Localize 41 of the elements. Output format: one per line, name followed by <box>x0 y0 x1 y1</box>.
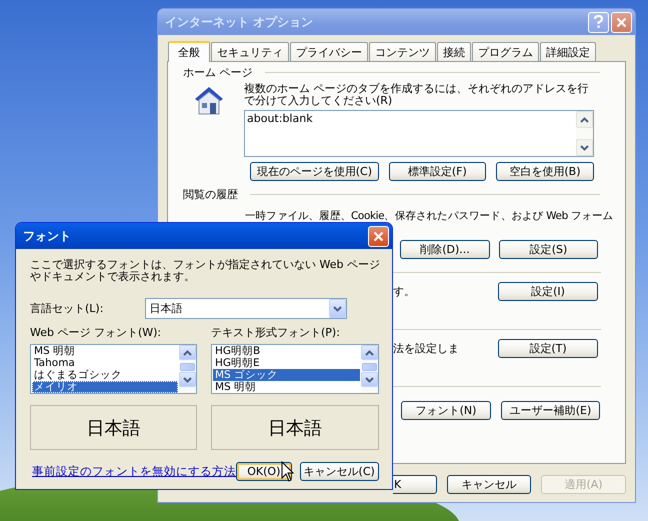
history-description: 一時ファイル、履歴、Cookie、保存されたパスワード、および Web フォーム <box>245 210 614 223</box>
mouse-cursor-icon <box>281 461 294 482</box>
scroll-up-icon <box>183 350 192 356</box>
close-button[interactable] <box>368 226 389 246</box>
font-list-item[interactable]: MS 明朝 <box>213 381 360 393</box>
close-icon <box>373 230 384 242</box>
section-text: 法を設定しま <box>393 341 459 356</box>
scroll-thumb[interactable] <box>180 363 195 371</box>
language-dropdown[interactable]: 日本語 <box>145 298 348 319</box>
scroll-down-icon <box>365 376 374 382</box>
font-preview: 日本語 <box>30 405 197 450</box>
button[interactable]: キャンセル(C) <box>300 462 379 480</box>
scroll-up-icon <box>580 116 589 122</box>
font-list[interactable]: MS 明朝 Tahoma はぐまるゴシック メイリオ <box>30 344 197 394</box>
font-list-item[interactable]: MS ゴシック <box>213 369 360 381</box>
font-list-item[interactable]: メイリオ <box>32 381 178 393</box>
scroll-down-icon <box>333 306 342 312</box>
font-list-item[interactable]: MS 明朝 <box>32 345 178 357</box>
field-label: テキスト形式フォント(P): <box>211 325 341 338</box>
group-heading: 閲覧の履歴 <box>183 186 238 202</box>
window-title: インターネット オプション <box>165 14 314 30</box>
field-label: Web ページ フォント(W): <box>30 325 162 338</box>
help-icon <box>593 15 604 29</box>
scroll-down-icon <box>183 376 192 382</box>
close-icon <box>616 16 627 28</box>
font-list-item[interactable]: HG明朝E <box>213 357 360 369</box>
scroll-down-icon <box>580 144 589 150</box>
font-list-item[interactable]: HG明朝B <box>213 345 360 357</box>
font-preview: 日本語 <box>211 405 379 450</box>
font-list-item[interactable]: はぐまるゴシック <box>32 369 178 381</box>
font-list[interactable]: HG明朝B HG明朝E MS ゴシック MS 明朝 <box>211 344 379 394</box>
dialog-title: フォント <box>23 228 72 244</box>
font-list-item[interactable]: Tahoma <box>32 357 178 369</box>
home-page-instructions: 複数のホーム ページのタブを作成するには、それぞれのアドレスを行で分けて入力してください(R) <box>244 83 590 107</box>
font-description: ここで選択するフォントは、フォントが指定されていない Web ページやドキュメントで表示されます。 <box>30 259 380 283</box>
group-heading: ホーム ページ <box>183 64 252 80</box>
help-link[interactable]: 事前設定のフォントを無効にする方法 <box>32 464 236 478</box>
field-label: 言語セット(L): <box>30 301 104 316</box>
scroll-thumb[interactable] <box>362 363 377 371</box>
scroll-up-icon <box>365 350 374 356</box>
section-text: す。 <box>393 284 415 299</box>
